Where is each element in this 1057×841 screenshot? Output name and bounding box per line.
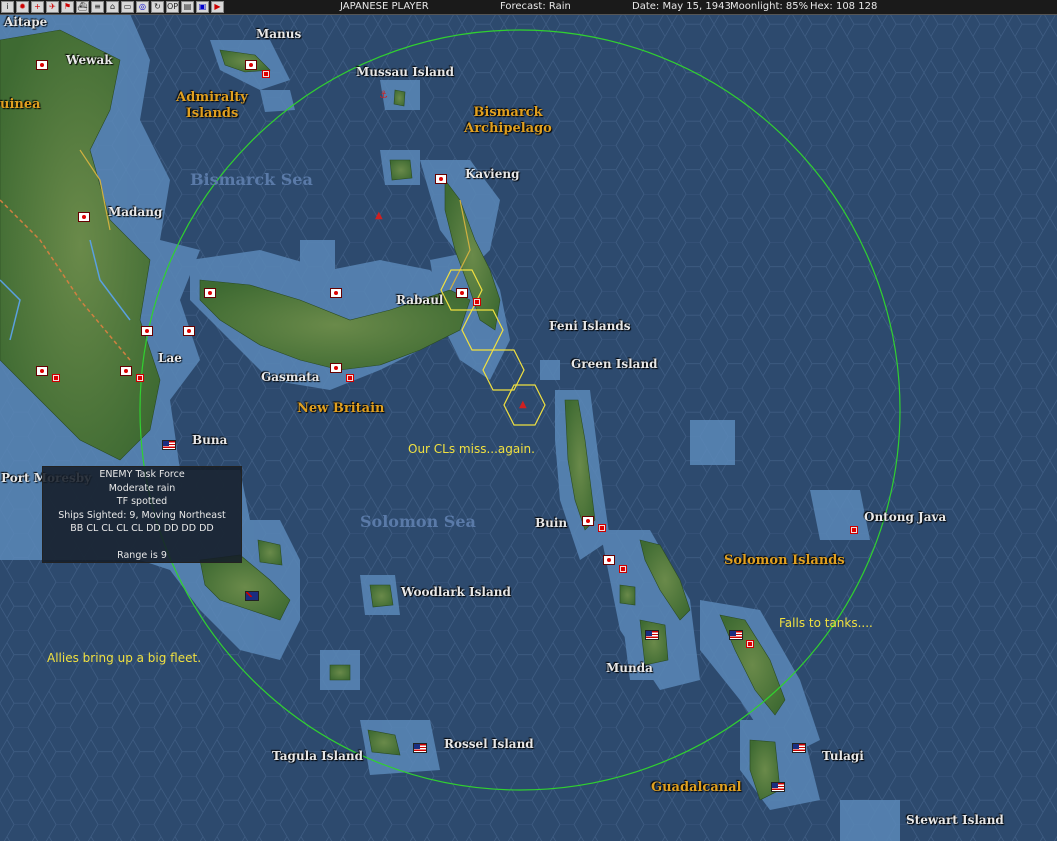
popup-ships-sighted: Ships Sighted: 9, Moving Northeast (58, 509, 226, 521)
ship-icon[interactable]: ▲ (375, 211, 383, 221)
place-bismarck-sea: Bismarck Sea (190, 170, 313, 189)
place-admiralty: Admiralty Islands (176, 90, 248, 121)
note-cls-miss: Our CLs miss...again. (408, 442, 535, 456)
op-icon[interactable]: OP (166, 1, 179, 13)
note-allies-fleet: Allies bring up a big fleet. (47, 651, 202, 665)
place-new-guinea: uinea (0, 97, 41, 112)
enemy-task-force-icon[interactable]: ▲ (519, 400, 527, 410)
jp-base-flag[interactable] (603, 555, 615, 565)
base-marker[interactable] (619, 565, 627, 573)
place-manus[interactable]: Manus (256, 27, 301, 41)
place-new-britain: New Britain (297, 401, 385, 416)
place-guadalcanal: Guadalcanal (651, 780, 742, 795)
base-marker[interactable] (136, 374, 144, 382)
base-marker[interactable] (346, 374, 354, 382)
jp-base-flag[interactable] (204, 288, 216, 298)
ship-icon[interactable]: ⛴ (76, 1, 89, 13)
hex-label: Hex: 108 128 (810, 1, 878, 12)
place-rabaul[interactable]: Rabaul (396, 293, 443, 307)
stair-icon[interactable]: ⌂ (106, 1, 119, 13)
jp-base-flag[interactable] (120, 366, 132, 376)
jp-base-flag[interactable] (36, 60, 48, 70)
tank-icon[interactable]: ▭ (121, 1, 134, 13)
place-wewak[interactable]: Wewak (66, 53, 113, 67)
top-toolbar: i ✹ + ✈ ⚑ ⛴ ≡ ⌂ ▭ ◎ ↻ OP ▤ ▣ ▶ JAPANESE … (0, 0, 1057, 15)
end-turn-icon[interactable]: ▶ (211, 1, 224, 13)
plus-icon[interactable]: + (31, 1, 44, 13)
place-kavieng[interactable]: Kavieng (465, 167, 520, 181)
place-stewart[interactable]: Stewart Island (906, 813, 1004, 827)
place-solomon-sea: Solomon Sea (360, 512, 476, 531)
cycle-icon[interactable]: ↻ (151, 1, 164, 13)
place-feni[interactable]: Feni Islands (549, 319, 631, 333)
player-label: JAPANESE PLAYER (340, 1, 429, 12)
place-woodlark[interactable]: Woodlark Island (401, 585, 511, 599)
place-tagula[interactable]: Tagula Island (272, 749, 363, 763)
jp-base-flag[interactable] (435, 174, 447, 184)
place-rossel[interactable]: Rossel Island (444, 737, 534, 751)
us-base-flag[interactable] (792, 743, 806, 753)
popup-title: ENEMY Task Force (99, 469, 185, 480)
flag-icon[interactable]: ⚑ (61, 1, 74, 13)
us-base-flag[interactable] (162, 440, 176, 450)
plane-icon[interactable]: ✈ (46, 1, 59, 13)
jp-base-flag[interactable] (330, 363, 342, 373)
us-base-flag[interactable] (413, 743, 427, 753)
popup-composition: BB CL CL CL CL DD DD DD DD (70, 523, 214, 534)
forecast-label: Forecast: Rain (500, 1, 571, 12)
jp-base-flag[interactable] (78, 212, 90, 222)
globe-icon[interactable]: ◎ (136, 1, 149, 13)
jp-base-flag[interactable] (456, 288, 468, 298)
place-aitape[interactable]: Aitape (4, 15, 47, 29)
jp-base-flag[interactable] (330, 288, 342, 298)
base-marker[interactable] (262, 70, 270, 78)
jp-base-flag[interactable] (36, 366, 48, 376)
us-base-flag[interactable] (729, 630, 743, 640)
place-bismarck-archipelago: Bismarck Archipelago (464, 105, 552, 136)
base-marker[interactable] (850, 526, 858, 534)
au-base-flag[interactable] (245, 591, 259, 601)
enemy-tf-popup: ENEMY Task Force Moderate rain TF spotte… (42, 466, 242, 563)
place-gasmata[interactable]: Gasmata (261, 370, 320, 384)
note-falls-to-tanks: Falls to tanks.... (779, 616, 873, 630)
popup-weather: Moderate rain (108, 482, 176, 494)
toolbar-icons: i ✹ + ✈ ⚑ ⛴ ≡ ⌂ ▭ ◎ ↻ OP ▤ ▣ ▶ (0, 0, 225, 14)
popup-spacer (43, 536, 241, 549)
place-green[interactable]: Green Island (571, 357, 658, 371)
moonlight-label: Moonlight: 85% (730, 1, 809, 12)
place-buna[interactable]: Buna (192, 433, 227, 447)
date-label: Date: May 15, 1943 (632, 1, 731, 12)
place-ontong-java[interactable]: Ontong Java (864, 510, 946, 524)
base-marker[interactable] (746, 640, 754, 648)
popup-range: Range is 9 (117, 549, 167, 561)
ship-icon[interactable]: ⚓ (379, 91, 388, 101)
place-buin[interactable]: Buin (535, 516, 567, 530)
place-munda[interactable]: Munda (606, 661, 653, 675)
jp-flag-icon[interactable]: ✹ (16, 1, 29, 13)
jp-base-flag[interactable] (183, 326, 195, 336)
jp-base-flag[interactable] (245, 60, 257, 70)
place-solomon-islands: Solomon Islands (724, 553, 845, 568)
us-base-flag[interactable] (771, 782, 785, 792)
base-marker[interactable] (598, 524, 606, 532)
base-marker[interactable] (473, 298, 481, 306)
place-lae[interactable]: Lae (158, 351, 182, 365)
doc-icon[interactable]: ▤ (181, 1, 194, 13)
us-base-flag[interactable] (645, 630, 659, 640)
base-marker[interactable] (52, 374, 60, 382)
jp-base-flag[interactable] (582, 516, 594, 526)
jp-base-flag[interactable] (141, 326, 153, 336)
info-icon[interactable]: i (1, 1, 14, 13)
popup-status: TF spotted (116, 496, 168, 507)
map-icon[interactable]: ▣ (196, 1, 209, 13)
place-mussau[interactable]: Mussau Island (356, 65, 454, 79)
list-icon[interactable]: ≡ (91, 1, 104, 13)
place-madang[interactable]: Madang (108, 205, 162, 219)
place-tulagi[interactable]: Tulagi (822, 749, 864, 763)
